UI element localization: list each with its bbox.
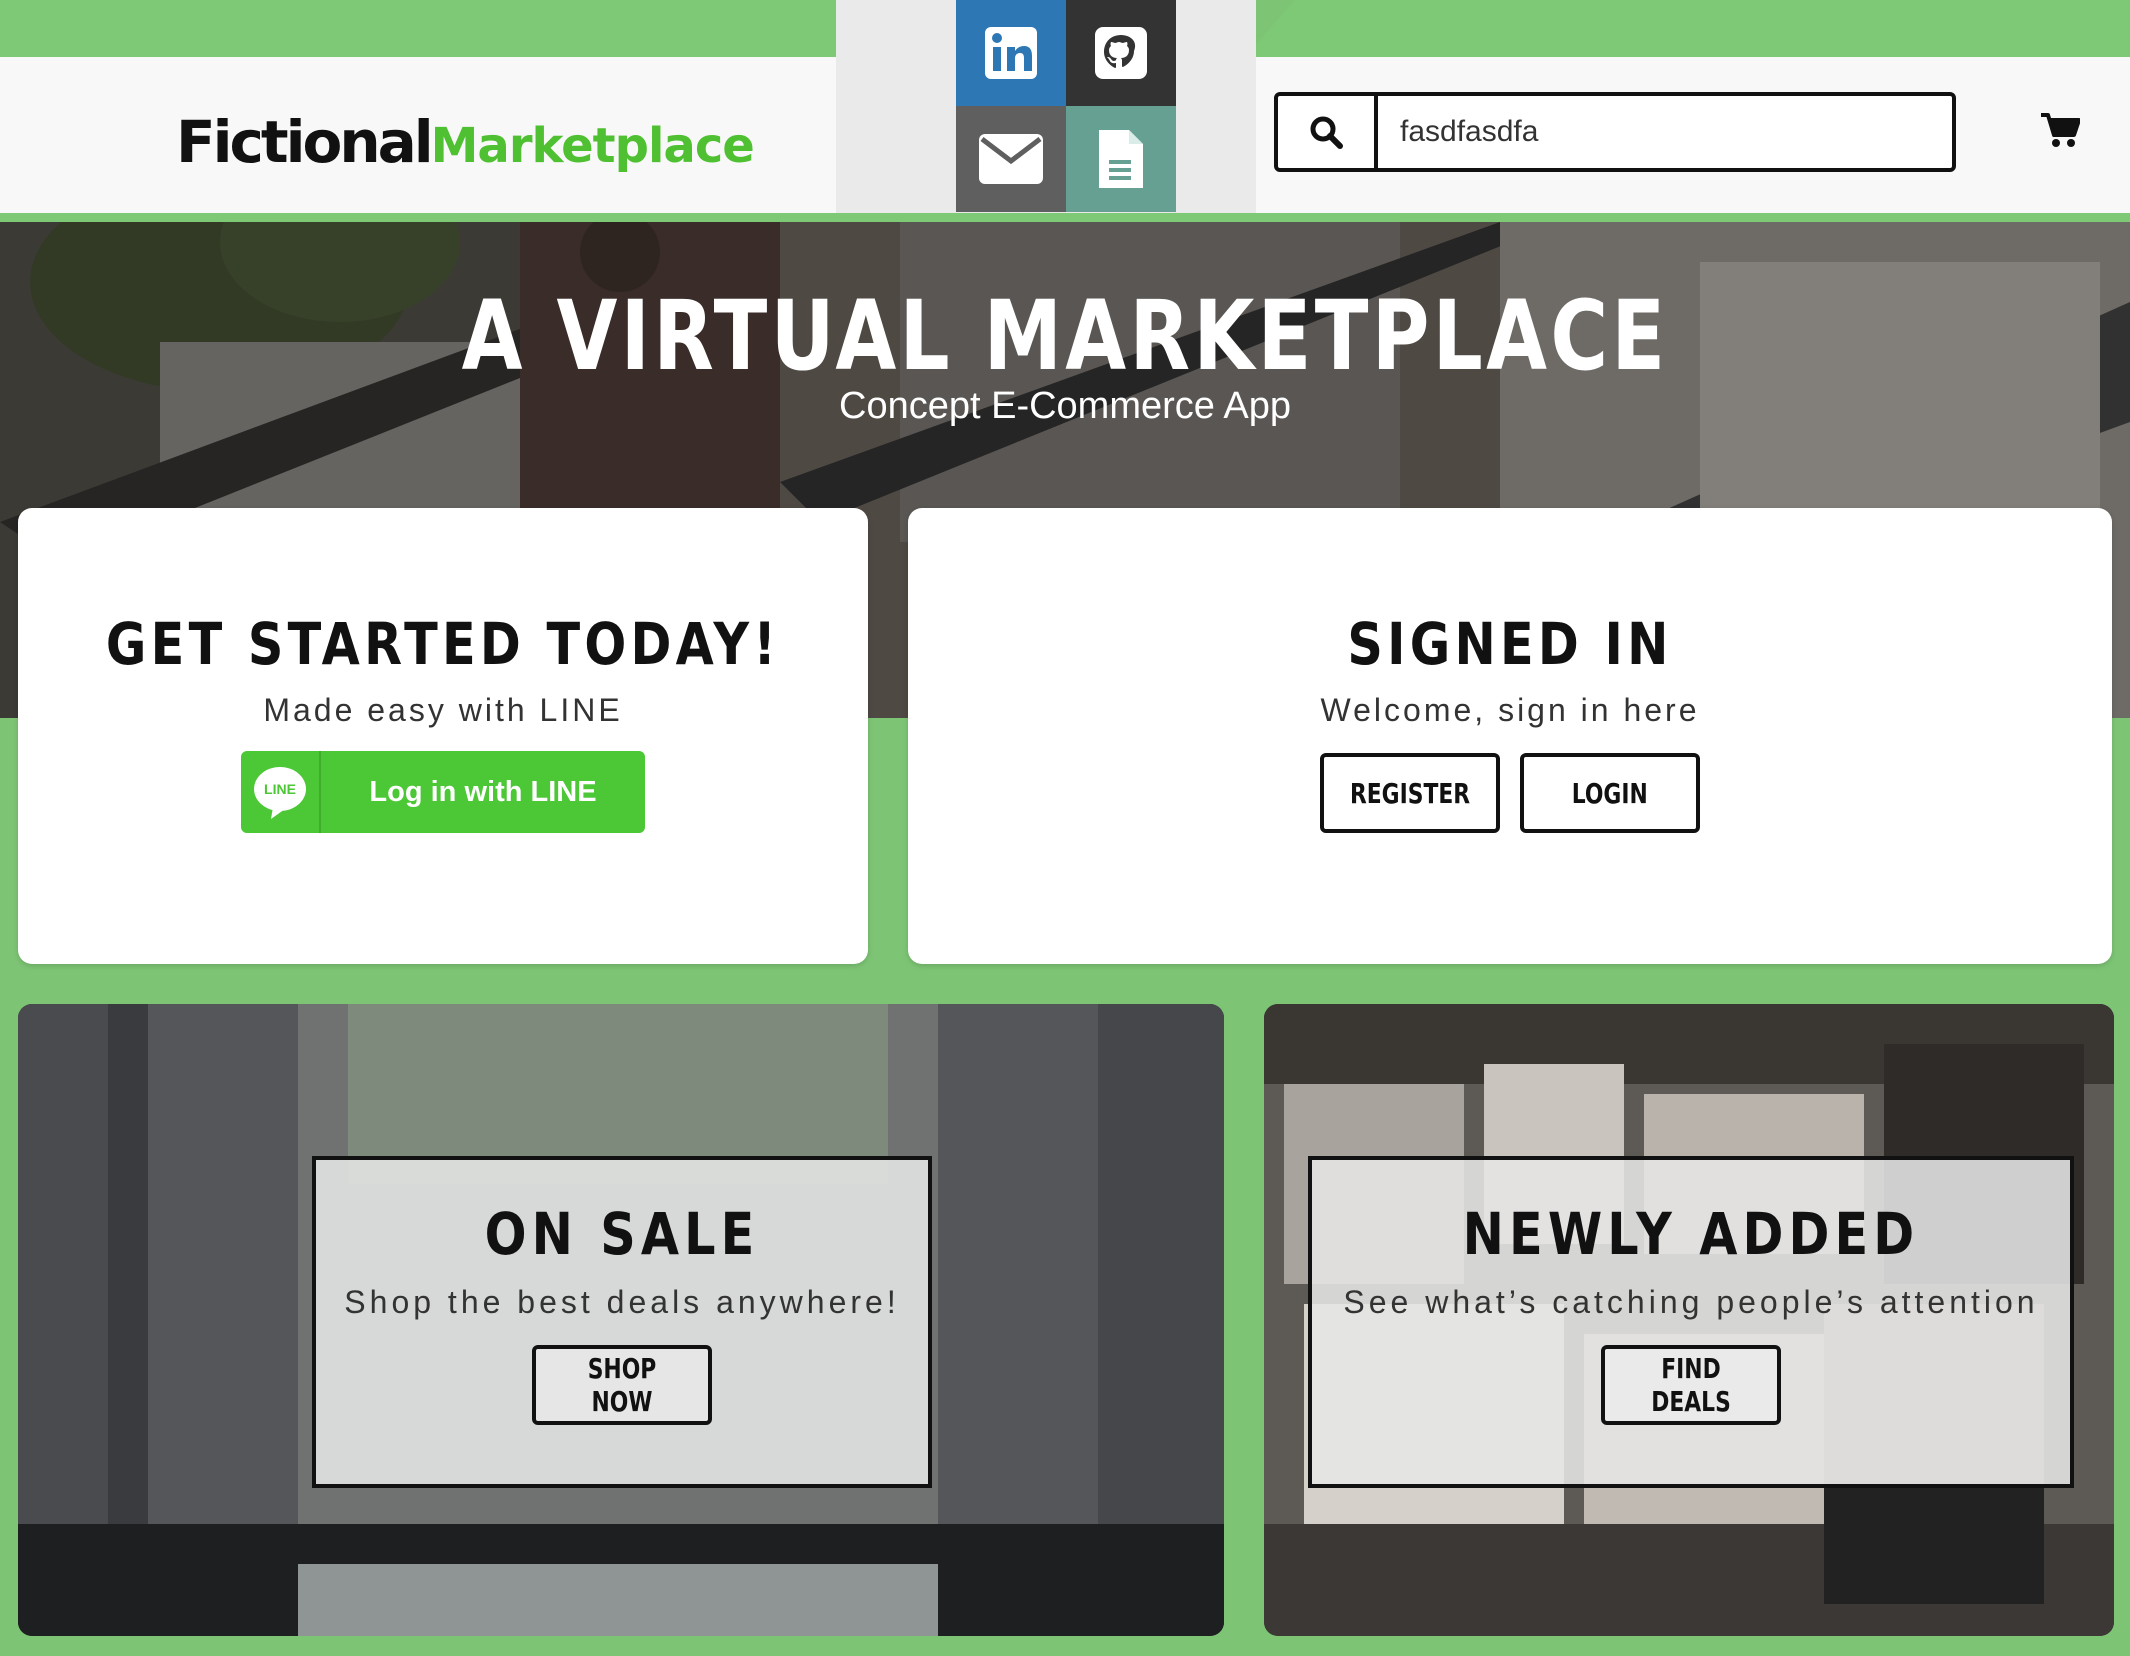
auth-buttons: REGISTER LOGIN	[908, 753, 2112, 833]
svg-text:LINE: LINE	[264, 781, 296, 797]
shop-now-button[interactable]: SHOP NOW	[532, 1345, 712, 1425]
on-sale-panel: ON SALE Shop the best deals anywhere! SH…	[312, 1156, 932, 1488]
header-top-band-right	[1245, 0, 2130, 57]
logo-text-secondary: Marketplace	[430, 118, 755, 174]
resume-link[interactable]	[1066, 106, 1176, 212]
find-deals-button[interactable]: FIND DEALS	[1601, 1345, 1781, 1425]
on-sale-title: ON SALE	[484, 1200, 760, 1268]
hero-title: A VIRTUAL MARKETPLACE	[461, 280, 1669, 392]
logo-text-primary: Fictional	[176, 108, 434, 176]
newly-added-subtitle: See what’s catching people’s attention	[1343, 1284, 2039, 1320]
linkedin-link[interactable]	[956, 0, 1066, 106]
get-started-title: GET STARTED TODAY!	[105, 610, 781, 678]
header-divider	[0, 213, 2130, 222]
login-button[interactable]: LOGIN	[1520, 753, 1700, 833]
sign-in-title: SIGNED IN	[1347, 610, 1673, 678]
github-link[interactable]	[1066, 0, 1176, 106]
register-button[interactable]: REGISTER	[1320, 753, 1500, 833]
search-icon	[1310, 116, 1343, 149]
header-top-band-left	[0, 0, 888, 57]
on-sale-subtitle: Shop the best deals anywhere!	[344, 1284, 900, 1320]
github-icon	[1095, 27, 1147, 79]
sign-in-card: SIGNED IN Welcome, sign in here REGISTER…	[908, 508, 2112, 964]
get-started-subtitle: Made easy with LINE	[263, 692, 623, 728]
mail-icon	[979, 134, 1043, 184]
line-logo-icon: LINE	[241, 751, 321, 833]
search-bar	[1274, 92, 1956, 172]
newly-added-promo: NEWLY ADDED See what’s catching people’s…	[1264, 1004, 2114, 1636]
on-sale-promo: ON SALE Shop the best deals anywhere! SH…	[18, 1004, 1224, 1636]
email-link[interactable]	[956, 106, 1066, 212]
sign-in-subtitle: Welcome, sign in here	[1320, 692, 1700, 728]
hero-subtitle: Concept E-Commerce App	[839, 385, 1291, 427]
line-login-label: Log in with LINE	[369, 775, 597, 808]
site-logo[interactable]: FictionalMarketplace	[176, 108, 755, 176]
search-input[interactable]	[1378, 96, 1952, 168]
social-links	[956, 0, 1176, 212]
newly-added-panel: NEWLY ADDED See what’s catching people’s…	[1308, 1156, 2074, 1488]
linkedin-icon	[985, 27, 1037, 79]
search-button[interactable]	[1278, 96, 1378, 168]
line-login-button[interactable]: LINE Log in with LINE	[241, 751, 645, 833]
cart-icon[interactable]	[2040, 112, 2080, 148]
newly-added-title: NEWLY ADDED	[1462, 1200, 1920, 1268]
document-icon	[1099, 130, 1143, 188]
get-started-card: GET STARTED TODAY! Made easy with LINE L…	[18, 508, 868, 964]
